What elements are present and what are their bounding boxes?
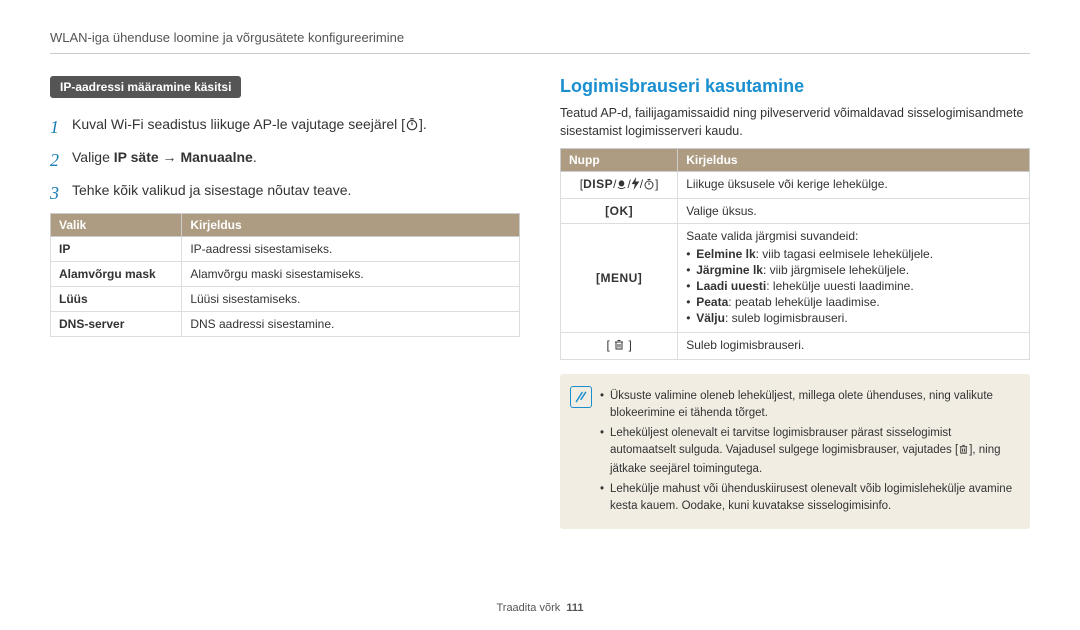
trash-icon [958,443,969,461]
step-number: 2 [50,147,64,174]
row3-desc: Saate valida järgmisi suvandeid: Eelmine… [678,224,1030,333]
table-row: [MENU] Saate valida järgmisi suvandeid: … [561,224,1030,333]
menu-option: Eelmine lk: viib tagasi eelmisele lehekü… [686,247,1021,261]
btn-ok-cell: [OK] [561,199,678,224]
note-icon [570,386,592,408]
table-row: DNS-serverDNS aadressi sisestamine. [51,312,520,337]
th-nupp: Nupp [561,149,678,172]
page-footer: Traadita võrk 111 [0,602,1080,614]
section-title-browser: Logimisbrauseri kasutamine [560,76,1030,97]
step-1: 1 Kuval Wi-Fi seadistus liikuge AP-le va… [50,114,520,141]
step-3: 3 Tehke kõik valikud ja sisestage nõutav… [50,180,520,207]
trash-icon [613,338,625,354]
row4-desc: Suleb logimisbrauseri. [678,333,1030,360]
section-pill-ip: IP-aadressi määramine käsitsi [50,76,241,98]
step3-text: Tehke kõik valikud ja sisestage nõutav t… [72,180,520,207]
step1-text-post: ]. [419,116,427,132]
row1-desc: Liikuge üksusele või kerige lehekülge. [678,172,1030,199]
menu-option: Järgmine lk: viib järgmisele leheküljele… [686,263,1021,277]
note-item: Leheküljest olenevalt ei tarvitse logimi… [600,425,1018,477]
browser-intro: Teatud AP-d, failijagamissaidid ning pil… [560,105,1030,140]
right-column: Logimisbrauseri kasutamine Teatud AP-d, … [560,76,1030,529]
flash-icon [631,177,640,193]
th-valik: Valik [51,214,182,237]
table-row: LüüsLüüsi sisestamiseks. [51,287,520,312]
note-item: Üksuste valimine oleneb leheküljest, mil… [600,388,1018,421]
step1-text-pre: Kuval Wi-Fi seadistus liikuge AP-le vaju… [72,116,405,132]
step-number: 3 [50,180,64,207]
row2-desc: Valige üksus. [678,199,1030,224]
table-row: Alamvõrgu maskAlamvõrgu maski sisestamis… [51,262,520,287]
menu-option: Välju: suleb logimisbrauseri. [686,311,1021,325]
footer-section: Traadita võrk [496,602,560,614]
menu-option: Peata: peatab lehekülje laadimise. [686,295,1021,309]
ip-options-table: Valik Kirjeldus IPIP-aadressi sisestamis… [50,213,520,337]
step2-post: . [253,149,257,165]
step-number: 1 [50,114,64,141]
th-kirjeldus: Kirjeldus [678,149,1030,172]
note-item: Lehekülje mahust või ühenduskiirusest ol… [600,481,1018,514]
step2-pre: Valige [72,149,114,165]
macro-icon [616,179,627,193]
table-row: [OK] Valige üksus. [561,199,1030,224]
timer-icon [643,178,655,193]
th-kirjeldus: Kirjeldus [182,214,520,237]
browser-buttons-table: Nupp Kirjeldus [DISP///] Liikuge üksusel… [560,148,1030,360]
table-row: [DISP///] Liikuge üksusele või kerige le… [561,172,1030,199]
page-header: WLAN-iga ühenduse loomine ja võrgusätete… [50,30,1030,54]
menu-option: Laadi uuesti: lehekülje uuesti laadimine… [686,279,1021,293]
step2-bold1: IP säte [114,149,159,165]
table-row: [ ] Suleb logimisbrauseri. [561,333,1030,360]
step2-mid: → [159,149,181,165]
table-row: IPIP-aadressi sisestamiseks. [51,237,520,262]
btn-delete-cell: [ ] [561,333,678,360]
btn-disp-cell: [DISP///] [561,172,678,199]
btn-menu-cell: [MENU] [561,224,678,333]
timer-icon [405,116,419,137]
step2-bold2: Manuaalne [180,149,252,165]
note-box: Üksuste valimine oleneb leheküljest, mil… [560,374,1030,529]
step-2: 2 Valige IP säte → Manuaalne. [50,147,520,174]
left-column: IP-aadressi määramine käsitsi 1 Kuval Wi… [50,76,520,529]
footer-page-number: 111 [566,602,583,614]
